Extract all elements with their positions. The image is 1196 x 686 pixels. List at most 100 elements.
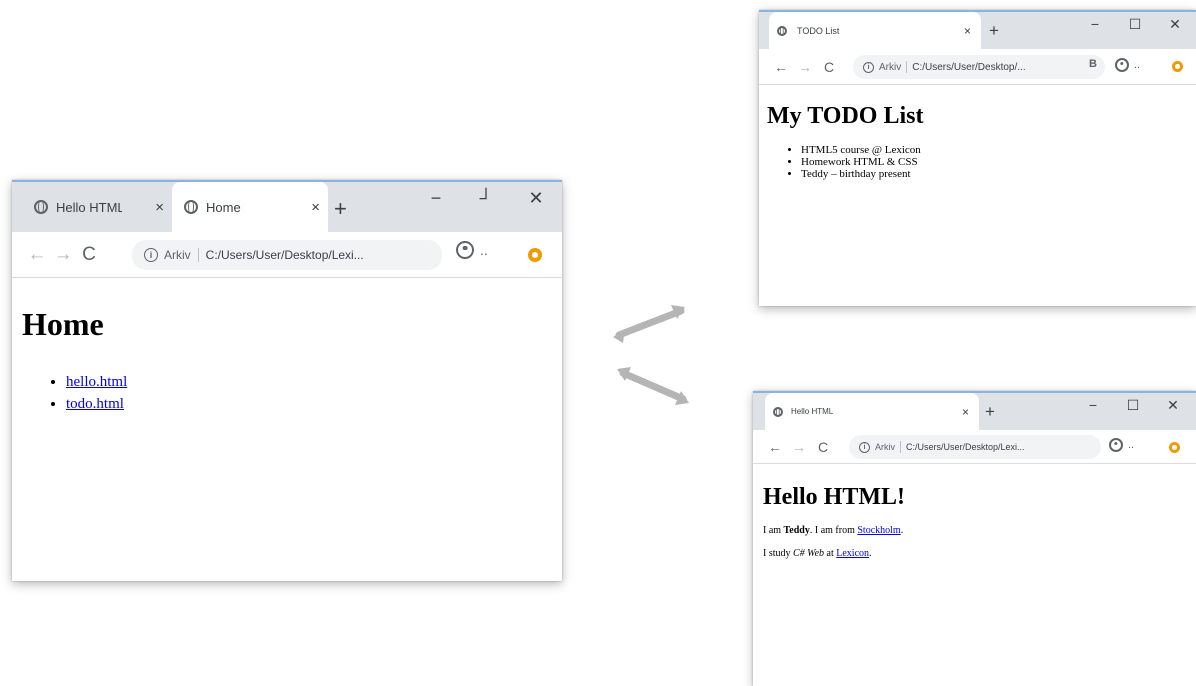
close-tab-button[interactable]: × <box>311 199 320 216</box>
tab-home[interactable]: Home × <box>172 182 328 232</box>
browser-toolbar: ← → C i Arkiv C:/Users/User/Desktop/... … <box>759 49 1196 85</box>
text-run: . <box>869 548 872 559</box>
profile-icon <box>1115 58 1129 72</box>
address-separator <box>197 248 199 262</box>
close-tab-button[interactable]: × <box>964 24 971 38</box>
extension-icon[interactable] <box>528 248 542 262</box>
browser-toolbar: ← → C i Arkiv C:/Users/User/Desktop/Lexi… <box>12 232 562 278</box>
extension-icon[interactable] <box>1172 61 1183 72</box>
reload-button[interactable]: C <box>811 439 835 455</box>
profile-icon <box>1109 438 1123 452</box>
profile-button[interactable]: .. <box>456 241 488 259</box>
window-close-button[interactable]: ✕ <box>516 188 556 209</box>
new-tab-button[interactable]: + <box>989 21 999 41</box>
globe-icon <box>773 406 783 417</box>
list-item: Homework HTML & CSS <box>801 156 1188 168</box>
address-bar[interactable]: i Arkiv C:/Users/User/Desktop/... <box>853 55 1105 79</box>
address-url: C:/Users/User/Desktop/Lexi... <box>205 248 364 262</box>
maximize-button[interactable]: ┘ <box>466 188 506 209</box>
page-content: Hello HTML! I am Teddy. I am from Stockh… <box>753 464 1196 686</box>
link-list: hello.html todo.html <box>66 371 552 415</box>
list-item: HTML5 course @ Lexicon <box>801 144 1188 156</box>
text-run: at <box>824 548 837 559</box>
tab-todo-list[interactable]: TODO List × <box>769 12 981 49</box>
back-button[interactable]: ← <box>763 439 787 455</box>
forward-button[interactable]: → <box>50 244 76 266</box>
stockholm-link[interactable]: Stockholm <box>857 525 900 536</box>
todo-list: HTML5 course @ Lexicon Homework HTML & C… <box>801 144 1188 180</box>
text-run: . <box>900 525 904 536</box>
text-run: I study <box>763 548 793 559</box>
address-separator <box>900 441 901 453</box>
browser-window-todo: TODO List × + − ☐ ✕ ← → C i Arkiv C:/Use… <box>759 10 1196 306</box>
globe-icon <box>777 25 787 36</box>
globe-icon <box>34 200 48 214</box>
address-prefix: Arkiv <box>164 248 191 262</box>
profile-menu-dots: .. <box>1134 59 1141 71</box>
info-icon[interactable]: i <box>859 441 870 453</box>
list-item: hello.html <box>66 371 552 393</box>
address-bar[interactable]: i Arkiv C:/Users/User/Desktop/Lexi... <box>132 240 442 270</box>
address-url: C:/Users/User/Desktop/... <box>912 61 1026 73</box>
study-paragraph: I study C# Web at Lexicon. <box>763 548 1186 559</box>
double-arrow-icon <box>613 305 689 405</box>
browser-toolbar: ← → C i Arkiv C:/Users/User/Desktop/Lexi… <box>753 430 1196 464</box>
reader-mode-icon[interactable]: B <box>1089 58 1097 70</box>
close-tab-button[interactable]: × <box>962 405 969 419</box>
back-button[interactable]: ← <box>24 244 50 266</box>
tab-title: Home <box>206 199 241 215</box>
maximize-button[interactable]: ☐ <box>1117 16 1153 33</box>
page-content: My TODO List HTML5 course @ Lexicon Home… <box>759 85 1196 306</box>
hello-html-link[interactable]: hello.html <box>66 374 127 390</box>
arrow-to-hello <box>619 369 687 403</box>
browser-window-home: Hello HTML × Home × + − ┘ ✕ ← → C i Arki… <box>12 180 562 581</box>
tab-title: Hello HTML <box>56 199 122 215</box>
reload-button[interactable]: C <box>76 244 102 266</box>
tab-hello-html[interactable]: Hello HTML × <box>765 393 979 430</box>
page-heading: My TODO List <box>767 103 924 129</box>
forward-button[interactable]: → <box>787 439 811 455</box>
back-button[interactable]: ← <box>769 59 793 75</box>
reload-button[interactable]: C <box>817 59 841 75</box>
list-item: todo.html <box>66 393 552 415</box>
lexicon-link[interactable]: Lexicon <box>836 548 869 559</box>
minimize-button[interactable]: − <box>1075 397 1111 413</box>
profile-button[interactable]: .. <box>1109 438 1134 452</box>
name-bold: Teddy <box>783 525 810 536</box>
address-url: C:/Users/User/Desktop/Lexi... <box>906 442 1025 452</box>
profile-button[interactable]: .. <box>1115 58 1140 72</box>
address-bar[interactable]: i Arkiv C:/Users/User/Desktop/Lexi... <box>849 435 1101 459</box>
intro-paragraph: I am Teddy. I am from Stockholm. <box>763 525 1186 536</box>
tab-title: TODO List <box>797 25 840 36</box>
page-heading: Hello HTML! <box>763 484 905 510</box>
tab-title: Hello HTML <box>791 407 834 416</box>
tab-strip: Hello HTML × + − ☐ ✕ <box>753 393 1196 430</box>
info-icon[interactable]: i <box>144 248 158 262</box>
list-item: Teddy – birthday present <box>801 168 1188 180</box>
new-tab-button[interactable]: + <box>985 402 995 422</box>
extension-icon[interactable] <box>1169 442 1180 453</box>
tab-strip: TODO List × + − ☐ ✕ <box>759 12 1196 49</box>
minimize-button[interactable]: − <box>416 188 456 209</box>
profile-menu-dots: .. <box>1128 439 1135 451</box>
address-prefix: Arkiv <box>875 442 895 452</box>
tab-hello-html[interactable]: Hello HTML × <box>26 182 172 232</box>
window-close-button[interactable]: ✕ <box>1155 397 1191 414</box>
text-run: . I am from <box>809 525 858 536</box>
arrow-to-todo <box>615 307 685 339</box>
window-close-button[interactable]: ✕ <box>1157 16 1193 33</box>
forward-button[interactable]: → <box>793 59 817 75</box>
browser-window-hello: Hello HTML × + − ☐ ✕ ← → C i Arkiv C:/Us… <box>753 391 1196 686</box>
info-icon[interactable]: i <box>863 61 874 73</box>
todo-html-link[interactable]: todo.html <box>66 396 124 412</box>
address-prefix: Arkiv <box>879 61 902 73</box>
page-content: Home hello.html todo.html <box>12 278 562 581</box>
arrowhead-home-top <box>613 329 625 343</box>
close-tab-button[interactable]: × <box>155 199 164 216</box>
minimize-button[interactable]: − <box>1077 16 1113 32</box>
page-heading: Home <box>22 306 104 342</box>
globe-icon <box>184 200 198 214</box>
profile-icon <box>456 241 474 259</box>
maximize-button[interactable]: ☐ <box>1115 397 1151 414</box>
new-tab-button[interactable]: + <box>334 196 347 222</box>
